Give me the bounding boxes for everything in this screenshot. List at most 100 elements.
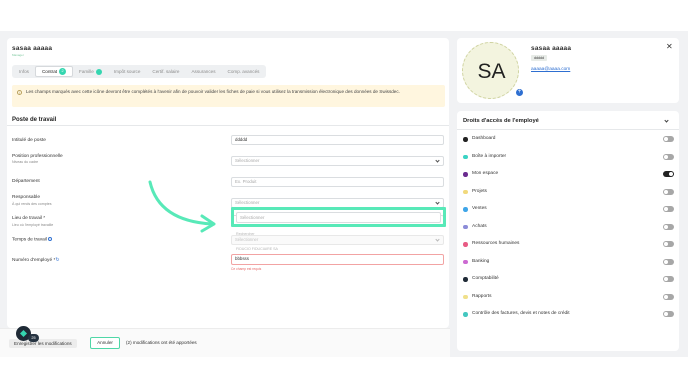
permission-row: Mon espace: [463, 170, 675, 179]
dropdown-option[interactable]: FIDUCIO FIDUCIAIRE SA: [236, 247, 278, 251]
permission-toggle[interactable]: [663, 188, 674, 195]
color-dot-icon: [463, 172, 468, 177]
profile-card: SA + sasaa aaaaa ddddd aaaaa@aaaa.com ✕: [457, 38, 679, 103]
tab-label: Contrat: [41, 69, 58, 74]
permission-toggle[interactable]: [663, 153, 674, 160]
workplace-sublabel: Lieu où l'employé travaille: [12, 223, 54, 227]
permission-row: Contrôle des factures, devis et notes de…: [463, 310, 675, 319]
select-placeholder: Sélectionner: [235, 200, 260, 205]
workplace-select[interactable]: Sélectionner: [236, 212, 441, 223]
add-photo-icon[interactable]: +: [516, 89, 523, 96]
chevron-down-icon[interactable]: [664, 118, 669, 123]
working-time-label: Temps de travail: [12, 237, 53, 243]
page-footer-space: [0, 357, 688, 387]
tab-label: Certif. salaire: [152, 69, 180, 74]
tab-assurances[interactable]: Assurances: [185, 66, 221, 77]
permission-label: Ressources humaines: [472, 241, 520, 246]
app-frame: sasaa aaaaa Manager Infos Contrat 2 Famil…: [0, 31, 688, 357]
tab-label: Impôt source: [113, 69, 141, 74]
chevron-down-icon: [435, 237, 440, 242]
permission-row: Banking: [463, 258, 675, 267]
color-dot-icon: [463, 242, 468, 247]
permission-row: Comptabilité: [463, 275, 675, 284]
permission-toggle[interactable]: [663, 223, 674, 230]
working-time-label-text: Temps de travail: [12, 237, 47, 243]
tab-label: Assurances: [191, 69, 216, 74]
working-time-select[interactable]: Sélectionner: [231, 235, 444, 245]
chevron-down-icon: [435, 200, 440, 205]
tab-label: Comp. avancés: [227, 69, 260, 74]
avatar-initials: SA: [477, 60, 506, 83]
permission-label: Projets: [472, 188, 487, 194]
tab-contrat[interactable]: Contrat 2: [34, 66, 74, 77]
job-title-input[interactable]: ddddd: [231, 135, 444, 145]
tab-impot-source[interactable]: Impôt source: [108, 66, 147, 77]
tab-label: Infos: [19, 69, 29, 74]
permission-label: Comptabilité: [472, 276, 499, 281]
permission-label: Ventes: [472, 206, 487, 211]
department-input[interactable]: Ex. Produit: [231, 177, 444, 187]
profile-tag: ddddd: [531, 55, 547, 61]
color-dot-icon: [463, 137, 468, 142]
pointer-arrow-icon: [148, 180, 216, 233]
divider: [457, 129, 679, 130]
access-rights-title: Droits d'accès de l'employé: [463, 118, 539, 124]
color-dot-icon: [463, 259, 468, 264]
tab-badge: [95, 68, 102, 75]
position-select[interactable]: Sélectionner: [231, 156, 444, 166]
color-dot-icon: [463, 294, 468, 299]
permission-label: Dashboard: [472, 136, 496, 141]
select-placeholder: Sélectionner: [235, 237, 259, 242]
permission-label: Achats: [472, 223, 487, 229]
refresh-icon[interactable]: ↻: [55, 257, 59, 263]
permission-label: Contrôle des factures, devis et notes de…: [472, 311, 570, 316]
workplace-label: Lieu de travail *: [12, 216, 46, 221]
notification-badge: 25: [28, 334, 39, 342]
modifications-count: (2) modifications ont été apportées: [126, 340, 197, 345]
employee-number-label: Numéro d'employé *↻: [12, 257, 60, 263]
permission-row: Rapports: [463, 293, 675, 302]
permission-label: Boîte à importer: [472, 153, 507, 159]
color-dot-icon: [463, 207, 468, 212]
select-placeholder: Sélectionner: [235, 158, 260, 163]
profile-email[interactable]: aaaaa@aaaa.com: [531, 67, 570, 72]
permission-toggle[interactable]: [663, 241, 674, 247]
cancel-button[interactable]: Annuler: [90, 337, 120, 349]
permission-toggle[interactable]: [663, 276, 674, 282]
permission-row: Projets: [463, 188, 675, 197]
tab-famille[interactable]: Famille: [73, 66, 108, 77]
info-banner-text: Les champs marqués avec cette icône devr…: [26, 89, 400, 94]
info-icon: [48, 237, 53, 241]
manager-label: Responsable: [12, 195, 41, 200]
color-dot-icon: [463, 154, 468, 159]
chevron-down-icon: [435, 158, 440, 163]
color-dot-icon: [463, 189, 468, 194]
tab-bar: Infos Contrat 2 Famille Impôt source Cert…: [12, 65, 267, 78]
info-banner: i Les champs marqués avec cette icône de…: [12, 85, 445, 107]
permission-toggle[interactable]: [663, 206, 674, 212]
employee-form-card: sasaa aaaaa Manager Infos Contrat 2 Famil…: [7, 38, 449, 328]
bottom-action-bar: Enregistrer les modifications Annuler (2…: [0, 328, 450, 357]
error-message: Ce champ est requis: [231, 267, 262, 271]
position-label: Position professionnelle: [12, 154, 63, 159]
access-rights-card: Droits d'accès de l'employé Dashboard Boî…: [457, 111, 679, 351]
permission-toggle[interactable]: [663, 293, 674, 300]
close-icon[interactable]: ✕: [666, 42, 673, 51]
job-title-label: Intitulé de poste: [12, 138, 46, 143]
tab-badge: 2: [59, 68, 67, 75]
color-dot-icon: [463, 277, 468, 282]
section-title: Poste de travail: [12, 117, 57, 123]
permission-row: Ressources humaines: [463, 240, 675, 249]
permission-toggle[interactable]: [663, 258, 674, 265]
tab-certif-salaire[interactable]: Certif. salaire: [146, 66, 185, 77]
permission-toggle[interactable]: [663, 311, 674, 317]
employee-name: sasaa aaaaa: [12, 45, 53, 52]
permission-toggle[interactable]: [663, 136, 674, 142]
permission-toggle[interactable]: [663, 171, 674, 177]
employee-number-input[interactable]: bbbsss: [231, 254, 444, 265]
tab-comp-avances[interactable]: Comp. avancés: [222, 66, 266, 77]
profile-name: sasaa aaaaa: [531, 45, 572, 52]
avatar[interactable]: SA +: [462, 42, 523, 99]
tab-infos[interactable]: Infos: [13, 66, 35, 77]
permission-row: Achats: [463, 223, 675, 232]
